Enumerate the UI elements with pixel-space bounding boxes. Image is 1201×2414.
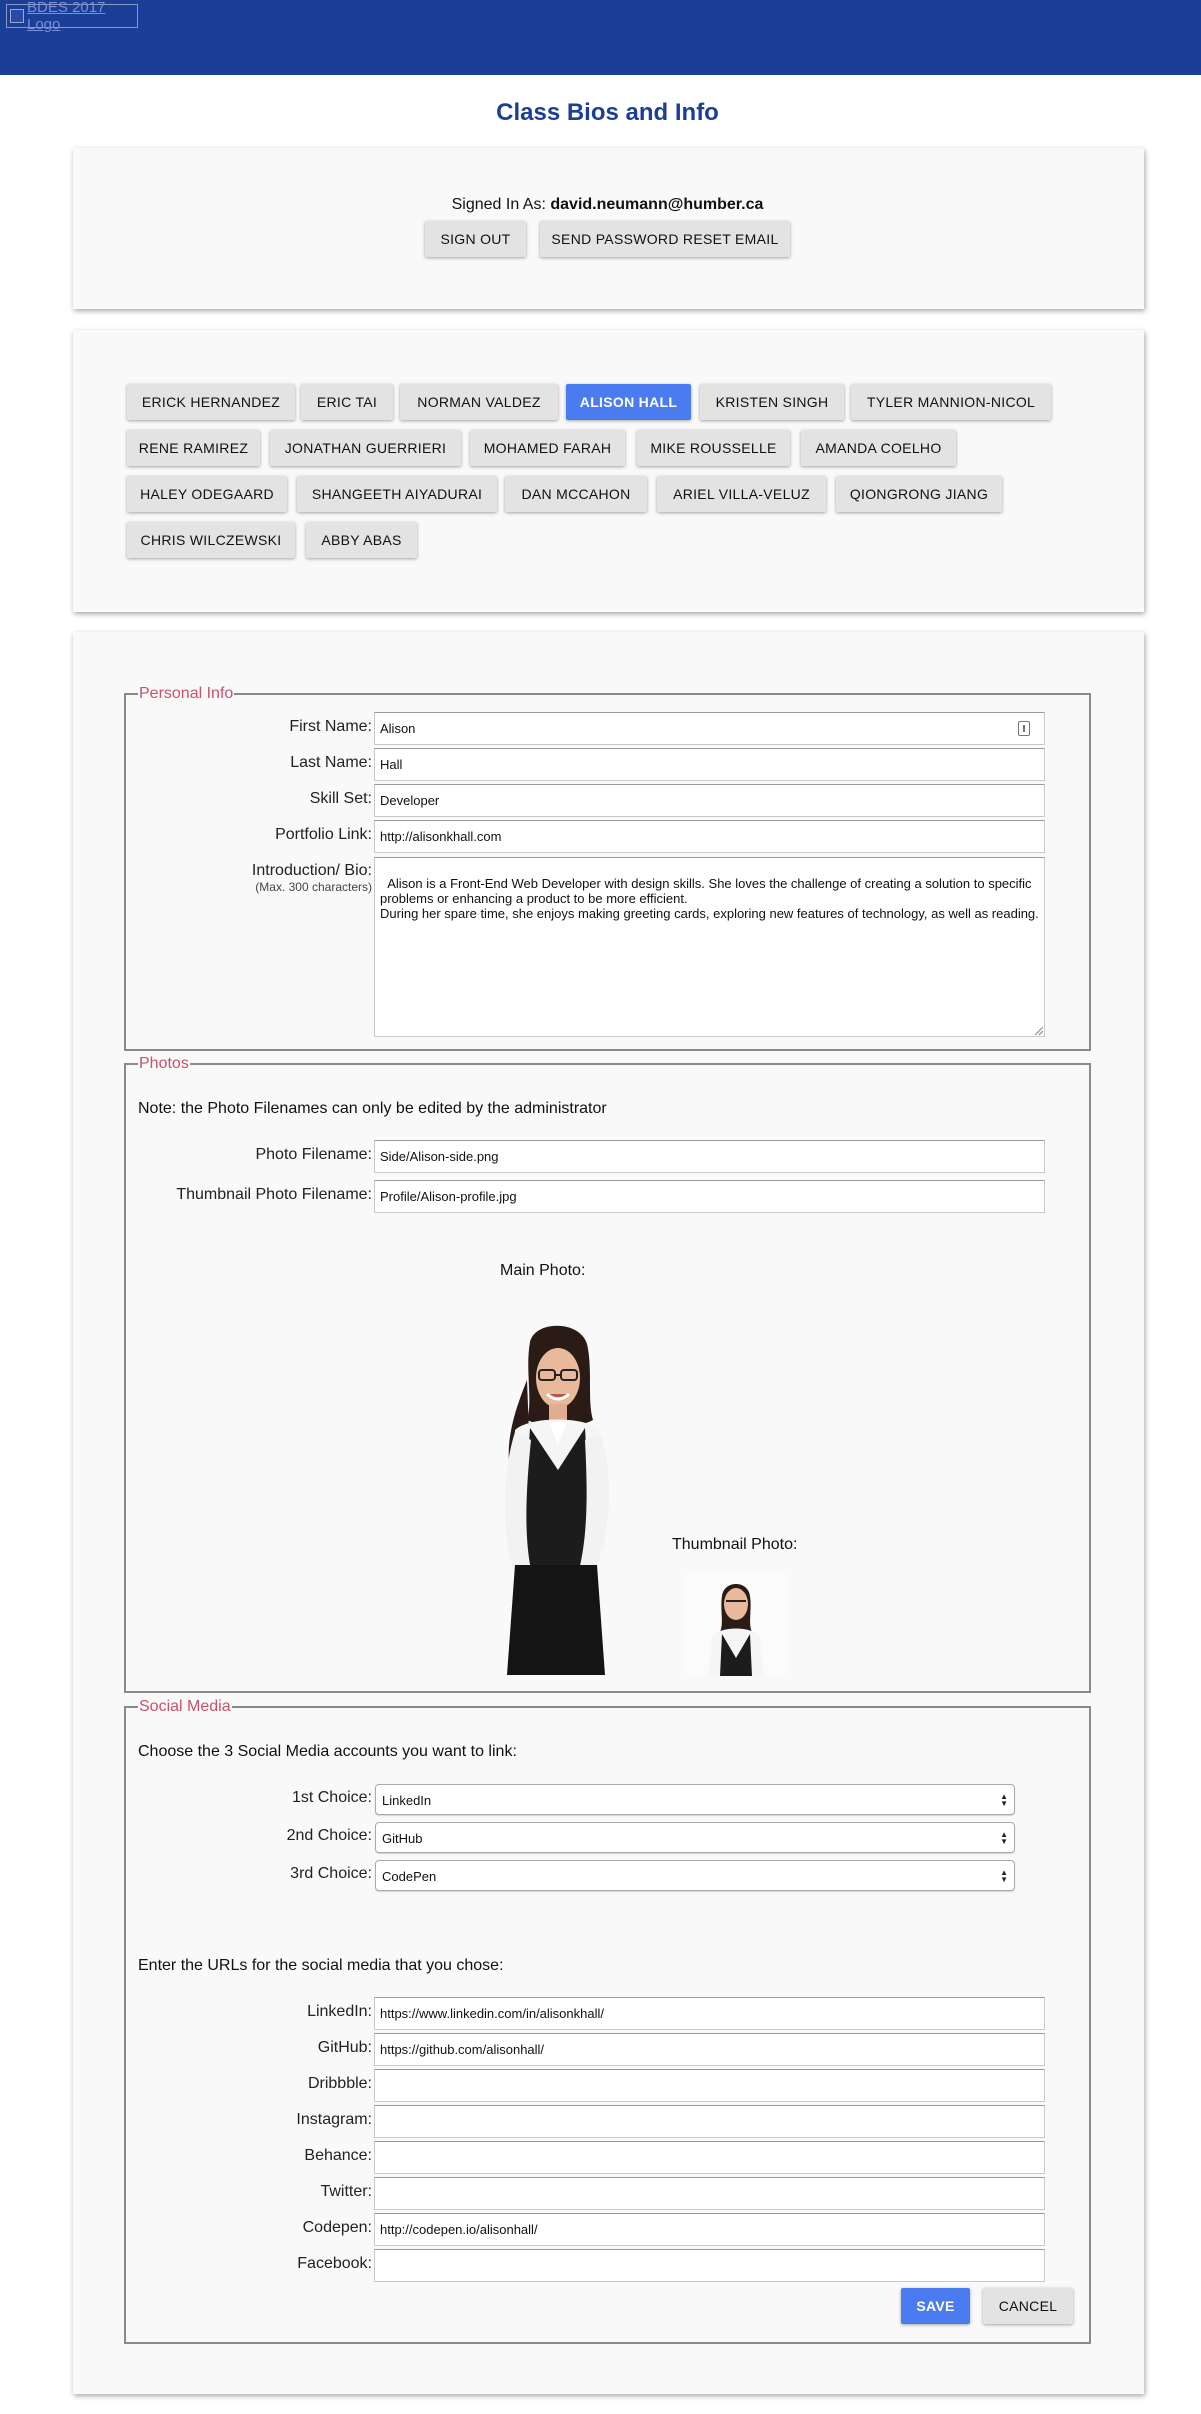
select-arrows-icon: ▲ ▼ <box>1000 1868 1008 1884</box>
page-title: Class Bios and Info <box>496 99 719 126</box>
second-choice-value: GitHub <box>382 1831 423 1846</box>
bio-text: Alison is a Front-End Web Developer with… <box>380 876 1039 921</box>
social-choose-instruction: Choose the 3 Social Media accounts you w… <box>138 1743 517 1760</box>
thumbnail-filename-input: Profile/Alison-profile.jpg <box>374 1180 1045 1213</box>
first-choice-label: 1st Choice: <box>291 1789 372 1806</box>
second-choice-label: 2nd Choice: <box>286 1827 372 1844</box>
student-button-abby-abas[interactable]: ABBY ABAS <box>306 522 417 558</box>
student-list-card <box>73 330 1144 612</box>
main-photo-caption: Main Photo: <box>500 1262 586 1279</box>
student-button-tyler-mannion-nicol[interactable]: TYLER MANNION-NICOL <box>851 384 1051 420</box>
student-button-jonathan-guerrieri[interactable]: JONATHAN GUERRIERI <box>270 430 461 466</box>
sign-out-button[interactable]: SIGN OUT <box>425 221 526 257</box>
first-name-label: First Name: <box>289 718 372 735</box>
dribbble-url-input[interactable] <box>374 2069 1045 2102</box>
logo-alt-text: BDES 2017 Logo <box>27 0 106 33</box>
last-name-label: Last Name: <box>290 754 372 771</box>
select-arrows-icon: ▲ ▼ <box>1000 1792 1008 1808</box>
student-button-shangeeth-aiyadurai[interactable]: SHANGEETH AIYADURAI <box>297 476 497 512</box>
instagram-url-input[interactable] <box>374 2105 1045 2138</box>
photo-filename-label: Photo Filename: <box>255 1146 372 1163</box>
first-name-value: Alison <box>380 721 416 736</box>
skill-set-input[interactable]: Developer <box>374 784 1045 817</box>
student-button-eric-tai[interactable]: ERIC TAI <box>301 384 393 420</box>
top-bar: BDES 2017 Logo <box>0 0 1201 75</box>
student-button-ariel-villa-veluz[interactable]: ARIEL VILLA-VELUZ <box>657 476 826 512</box>
first-choice-select[interactable]: LinkedIn ▲ ▼ <box>375 1784 1015 1815</box>
resize-handle-icon[interactable] <box>1035 1027 1043 1035</box>
bio-label: Introduction/ Bio: (Max. 300 characters) <box>150 862 372 894</box>
portfolio-link-input[interactable]: http://alisonkhall.com <box>374 820 1045 853</box>
student-button-mohamed-farah[interactable]: MOHAMED FARAH <box>470 430 625 466</box>
thumbnail-photo-caption: Thumbnail Photo: <box>672 1536 798 1553</box>
photo-filename-input: Side/Alison-side.png <box>374 1140 1045 1173</box>
portfolio-link-label: Portfolio Link: <box>275 826 372 843</box>
cancel-button[interactable]: CANCEL <box>983 2288 1073 2324</box>
linkedin-url-input[interactable]: https://www.linkedin.com/in/alisonkhall/ <box>374 1997 1045 2030</box>
send-password-reset-button[interactable]: SEND PASSWORD RESET EMAIL <box>540 221 790 257</box>
save-button[interactable]: SAVE <box>901 2288 970 2324</box>
behance-label: Behance: <box>304 2147 372 2164</box>
github-url-input[interactable]: https://github.com/alisonhall/ <box>374 2033 1045 2066</box>
select-arrows-icon: ▲ ▼ <box>1000 1830 1008 1846</box>
social-urls-instruction: Enter the URLs for the social media that… <box>138 1957 504 1974</box>
third-choice-select[interactable]: CodePen ▲ ▼ <box>375 1860 1015 1891</box>
student-button-alison-hall[interactable]: ALISON HALL <box>566 384 691 420</box>
student-button-chris-wilczewski[interactable]: CHRIS WILCZEWSKI <box>127 522 295 558</box>
second-choice-select[interactable]: GitHub ▲ ▼ <box>375 1822 1015 1853</box>
student-button-dan-mccahon[interactable]: DAN MCCAHON <box>505 476 647 512</box>
facebook-label: Facebook: <box>297 2255 372 2272</box>
codepen-url-input[interactable]: http://codepen.io/alisonhall/ <box>374 2213 1045 2246</box>
codepen-label: Codepen: <box>302 2219 372 2236</box>
signed-in-status: Signed In As: david.neumann@humber.ca <box>0 196 1201 214</box>
twitter-label: Twitter: <box>320 2183 372 2200</box>
autofill-key-icon[interactable] <box>1018 721 1030 736</box>
social-media-legend: Social Media <box>138 1697 232 1717</box>
third-choice-label: 3rd Choice: <box>290 1865 372 1882</box>
student-button-rene-ramirez[interactable]: RENE RAMIREZ <box>127 430 260 466</box>
thumbnail-filename-label: Thumbnail Photo Filename: <box>176 1186 372 1203</box>
student-button-norman-valdez[interactable]: NORMAN VALDEZ <box>400 384 558 420</box>
student-button-qiongrong-jiang[interactable]: QIONGRONG JIANG <box>836 476 1002 512</box>
student-button-haley-odegaard[interactable]: HALEY ODEGAARD <box>127 476 287 512</box>
bio-max-characters-hint: (Max. 300 characters) <box>255 880 372 894</box>
behance-url-input[interactable] <box>374 2141 1045 2174</box>
github-label: GitHub: <box>317 2039 372 2056</box>
site-logo-link[interactable]: BDES 2017 Logo <box>6 0 138 33</box>
last-name-input[interactable]: Hall <box>374 748 1045 781</box>
student-button-erick-hernandez[interactable]: ERICK HERNANDEZ <box>127 384 295 420</box>
bio-label-text: Introduction/ Bio: <box>251 862 372 879</box>
student-button-amanda-coelho[interactable]: AMANDA COELHO <box>801 430 956 466</box>
first-choice-value: LinkedIn <box>382 1793 432 1808</box>
thumbnail-photo-image <box>684 1574 786 1676</box>
photos-legend: Photos <box>138 1054 190 1074</box>
facebook-url-input[interactable] <box>374 2249 1045 2282</box>
personal-info-legend: Personal Info <box>138 684 235 704</box>
bio-textarea[interactable]: Alison is a Front-End Web Developer with… <box>374 857 1045 1037</box>
photo-filename-note: Note: the Photo Filenames can only be ed… <box>138 1100 607 1117</box>
twitter-url-input[interactable] <box>374 2177 1045 2210</box>
broken-image-icon <box>10 9 24 23</box>
skill-set-label: Skill Set: <box>309 790 372 807</box>
dribbble-label: Dribbble: <box>307 2075 372 2092</box>
signed-in-label: Signed In As: <box>451 196 546 213</box>
linkedin-label: LinkedIn: <box>307 2003 372 2020</box>
signed-in-email: david.neumann@humber.ca <box>550 196 764 213</box>
student-button-kristen-singh[interactable]: KRISTEN SINGH <box>700 384 844 420</box>
main-photo-image <box>504 1325 610 1675</box>
student-button-mike-rousselle[interactable]: MIKE ROUSSELLE <box>637 430 790 466</box>
third-choice-value: CodePen <box>382 1869 437 1884</box>
first-name-input[interactable]: Alison <box>374 712 1045 745</box>
instagram-label: Instagram: <box>296 2111 372 2128</box>
